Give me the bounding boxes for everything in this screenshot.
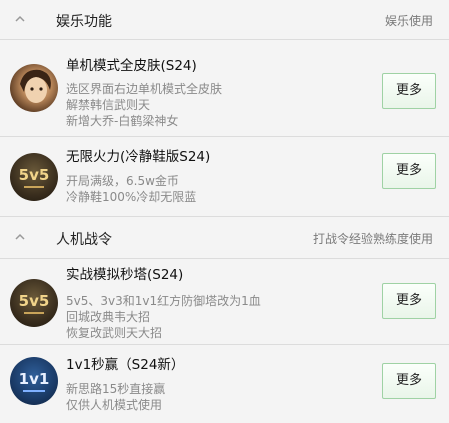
avatar-label: 5v5 bbox=[18, 292, 50, 310]
chevron-up-icon[interactable] bbox=[14, 14, 26, 24]
5v5-logo-avatar: 5v5 bbox=[10, 153, 58, 201]
item-desc-line: 冷静鞋100%冷却无限蓝 bbox=[66, 190, 197, 204]
item-desc-line: 解禁韩信武则天 bbox=[66, 98, 151, 112]
item-desc-line: 新增大乔-白鹤梁神女 bbox=[66, 114, 179, 128]
section-header-battle-pass[interactable]: 人机战令 打战令经验熟练度使用 bbox=[0, 217, 449, 259]
item-desc-line: 恢复改武则天大招 bbox=[66, 326, 163, 340]
section-subtitle: 娱乐使用 bbox=[384, 14, 433, 28]
item-desc-line: 选区界面右边单机模式全皮肤 bbox=[66, 82, 223, 96]
item-desc-line: 回城改典韦大招 bbox=[66, 310, 151, 324]
avatar-label: 5v5 bbox=[18, 166, 50, 184]
item-title: 单机模式全皮肤(S24) bbox=[66, 58, 197, 74]
more-button[interactable]: 更多 bbox=[382, 283, 436, 319]
section-header-entertainment[interactable]: 娱乐功能 娱乐使用 bbox=[0, 0, 449, 40]
section-title: 娱乐功能 bbox=[56, 14, 112, 30]
item-title: 1v1秒赢（S24新） bbox=[66, 357, 185, 373]
1v1-logo-avatar: 1v1 bbox=[10, 357, 58, 405]
item-desc-line: 开局满级，6.5w金币 bbox=[66, 174, 179, 188]
list-item: 5v5 实战模拟秒塔(S24) 5v5、3v3和1v1红方防御塔改为1血 回城改… bbox=[0, 259, 449, 345]
5v5-logo-avatar: 5v5 bbox=[10, 279, 58, 327]
more-button[interactable]: 更多 bbox=[382, 153, 436, 189]
section-title: 人机战令 bbox=[56, 232, 112, 248]
list-item: 1v1 1v1秒赢（S24新） 新思路15秒直接赢 仅供人机模式使用 更多 bbox=[0, 345, 449, 423]
more-button[interactable]: 更多 bbox=[382, 363, 436, 399]
item-desc-line: 仅供人机模式使用 bbox=[66, 398, 163, 412]
item-desc-line: 新思路15秒直接赢 bbox=[66, 382, 166, 396]
item-title: 无限火力(冷静鞋版S24) bbox=[66, 149, 211, 165]
item-title: 实战模拟秒塔(S24) bbox=[66, 267, 184, 283]
item-desc-line: 5v5、3v3和1v1红方防御塔改为1血 bbox=[66, 294, 261, 308]
section-subtitle: 打战令经验熟练度使用 bbox=[312, 232, 433, 246]
list-item: 5v5 无限火力(冷静鞋版S24) 开局满级，6.5w金币 冷静鞋100%冷却无… bbox=[0, 137, 449, 217]
hero-portrait-avatar bbox=[10, 64, 58, 112]
avatar-label: 1v1 bbox=[18, 370, 50, 388]
chevron-up-icon[interactable] bbox=[14, 232, 26, 242]
list-item: 单机模式全皮肤(S24) 选区界面右边单机模式全皮肤 解禁韩信武则天 新增大乔-… bbox=[0, 40, 449, 137]
more-button[interactable]: 更多 bbox=[382, 73, 436, 109]
